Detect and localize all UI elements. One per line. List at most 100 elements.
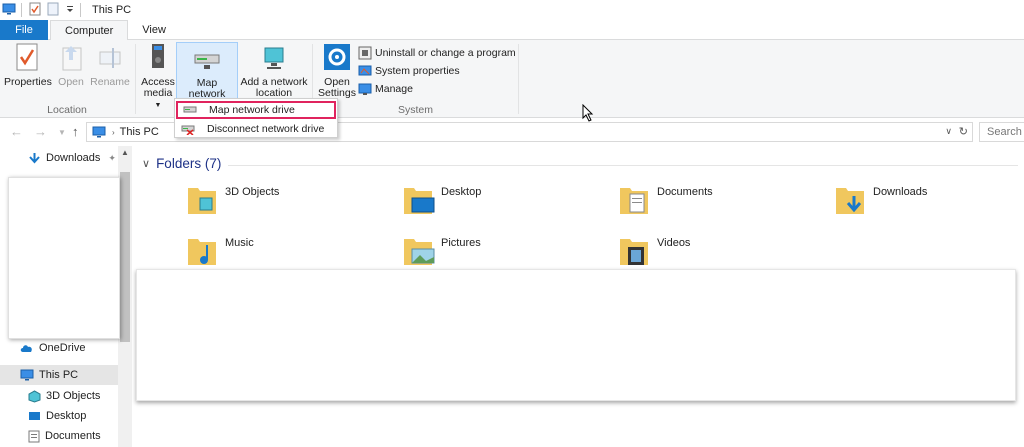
folder-music[interactable]: Music	[186, 235, 254, 269]
system-properties-label: System properties	[375, 65, 460, 77]
nav-item-documents[interactable]: Documents	[0, 426, 118, 446]
toolbar-separator	[80, 3, 81, 17]
nav-item-label: Desktop	[46, 410, 87, 422]
search-input[interactable]: Search This PC	[979, 122, 1024, 142]
nav-item-label: Documents	[45, 430, 101, 442]
folder-label: Downloads	[873, 186, 928, 198]
folder-label: Documents	[657, 186, 713, 198]
uninstall-icon	[358, 46, 372, 60]
map-drive-label-line1: Map network	[188, 77, 226, 100]
system-group-label: System	[397, 104, 433, 116]
menu-item-map-network-drive[interactable]: Map network drive	[176, 101, 336, 119]
add-network-location-button[interactable]: Add a network location	[239, 42, 309, 99]
open-button[interactable]: Open	[54, 42, 88, 88]
folder-3d-objects-icon	[188, 188, 216, 214]
computer-icon	[20, 369, 34, 381]
history-dropdown-icon[interactable]: ∨	[945, 126, 952, 137]
folder-documents-icon	[620, 188, 648, 214]
scroll-up-icon[interactable]: ▲	[121, 148, 129, 157]
folder-downloads[interactable]: Downloads	[834, 184, 927, 218]
blank-popup-panel	[8, 177, 120, 339]
system-properties-icon	[358, 65, 372, 76]
menu-item-label: Disconnect network drive	[207, 123, 325, 135]
uninstall-label: Uninstall or change a program	[375, 47, 516, 59]
properties-label: Properties	[4, 76, 52, 88]
folder-desktop-icon	[404, 188, 435, 214]
navigation-bar: ← → ▼ ↑ › This PC ∨ ↻ Search This PC	[0, 120, 1024, 144]
properties-button[interactable]: Properties	[4, 42, 52, 88]
open-icon	[62, 46, 82, 71]
nav-item-desktop[interactable]: Desktop	[0, 406, 118, 426]
title-bar: This PC	[0, 0, 1024, 20]
tab-view[interactable]: View	[128, 20, 180, 40]
network-location-icon	[264, 47, 284, 69]
recent-locations-chevron-icon[interactable]: ▼	[58, 128, 66, 137]
nav-item-downloads[interactable]: Downloads ✦	[0, 148, 118, 168]
new-folder-icon[interactable]	[47, 2, 59, 19]
cloud-icon	[20, 345, 32, 352]
map-network-drive-button[interactable]: Map network drive ▼	[176, 42, 238, 111]
menu-item-disconnect-network-drive[interactable]: Disconnect network drive	[176, 120, 336, 138]
group-separator	[518, 44, 519, 114]
chevron-down-icon: ▼	[154, 102, 162, 109]
nav-scrollbar[interactable]: ▲	[118, 146, 132, 447]
folder-documents[interactable]: Documents	[618, 184, 713, 218]
scroll-thumb[interactable]	[120, 172, 130, 342]
nav-item-onedrive[interactable]: OneDrive	[0, 338, 118, 358]
open-settings-button[interactable]: Open Settings	[317, 42, 357, 99]
folder-label: Desktop	[441, 186, 482, 198]
location-group: Properties Open Rename Location	[0, 40, 134, 118]
open-label: Open	[58, 76, 84, 88]
folder-label: Pictures	[441, 237, 481, 249]
pin-icon[interactable]: ✦	[108, 153, 116, 164]
access-media-icon	[152, 44, 164, 68]
nav-item-label: OneDrive	[39, 342, 86, 354]
manage-button[interactable]: Manage	[358, 80, 413, 98]
folder-label: Music	[225, 237, 254, 249]
desktop-icon	[29, 411, 40, 420]
folder-music-icon	[188, 239, 216, 265]
nav-item-3d-objects[interactable]: 3D Objects	[0, 386, 118, 406]
download-arrow-icon	[29, 152, 40, 163]
computer-icon[interactable]	[2, 3, 16, 18]
folder-3d-objects[interactable]: 3D Objects	[186, 184, 279, 218]
folder-pictures[interactable]: Pictures	[402, 235, 481, 269]
cube-icon	[28, 389, 41, 403]
disconnect-drive-icon	[181, 125, 195, 135]
folder-pictures-icon	[404, 239, 435, 265]
folder-desktop[interactable]: Desktop	[402, 184, 481, 218]
back-arrow-icon[interactable]: ←	[10, 124, 23, 139]
section-title: Folders (7)	[156, 156, 222, 171]
breadcrumb[interactable]: This PC	[120, 126, 159, 138]
document-icon	[28, 430, 40, 442]
customize-toolbar-icon[interactable]	[65, 4, 75, 17]
access-media-button[interactable]: Access media ▼	[140, 42, 176, 111]
blank-overlay-panel	[136, 269, 1016, 401]
toolbar-separator	[21, 3, 22, 17]
rename-button[interactable]: Rename	[90, 42, 130, 88]
folder-downloads-icon	[836, 188, 864, 214]
map-drive-dropdown: Map network drive Disconnect network dri…	[174, 98, 338, 138]
system-group: Open Settings Uninstall or change a prog…	[313, 40, 518, 118]
tab-file[interactable]: File	[0, 20, 48, 40]
rename-icon	[99, 48, 121, 68]
up-arrow-icon[interactable]: ↑	[72, 124, 79, 139]
window-title: This PC	[92, 4, 132, 16]
folder-label: 3D Objects	[225, 186, 280, 198]
system-properties-button[interactable]: System properties	[358, 62, 460, 80]
location-group-label: Location	[47, 104, 87, 116]
manage-label: Manage	[375, 83, 413, 95]
uninstall-program-button[interactable]: Uninstall or change a program	[358, 44, 516, 62]
properties-icon[interactable]	[29, 2, 41, 19]
ribbon-tabs: File Computer View	[0, 20, 1024, 41]
access-media-label-line2: media	[143, 87, 173, 99]
forward-arrow-icon[interactable]: →	[34, 124, 47, 139]
gear-icon	[324, 44, 350, 70]
folder-label: Videos	[657, 237, 691, 249]
network-drive-icon	[194, 54, 220, 69]
folders-section-header[interactable]: ∨ Folders (7)	[142, 156, 1018, 171]
refresh-icon[interactable]: ↻	[959, 125, 968, 138]
folder-videos[interactable]: Videos	[618, 235, 690, 269]
tab-computer[interactable]: Computer	[50, 20, 129, 41]
nav-item-this-pc[interactable]: This PC	[0, 365, 118, 385]
